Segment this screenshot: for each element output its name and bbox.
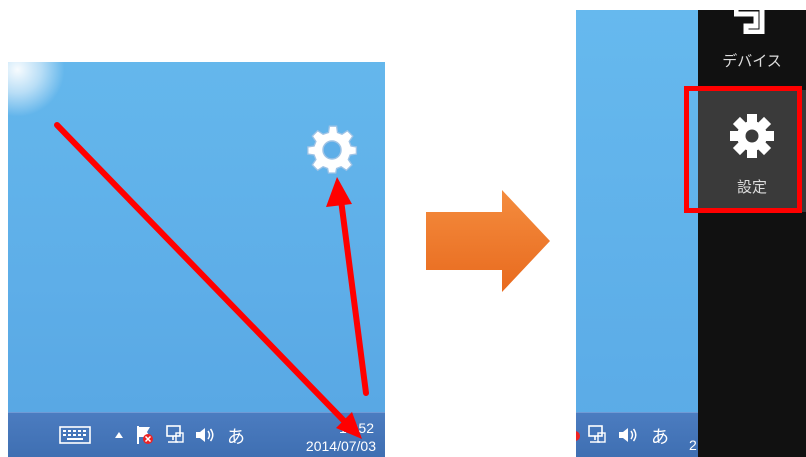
network-icon[interactable] [587,424,607,446]
highlight-box [684,86,802,213]
clock-time: 14:52 [338,420,374,436]
action-center-flag-icon-partial[interactable] [576,427,584,443]
action-center-flag-icon[interactable] [135,424,155,446]
wallpaper-glow [8,62,65,117]
ime-indicator[interactable]: あ [651,423,669,449]
charm-devices[interactable]: デバイス [698,10,806,88]
charm-bar: デバイス 設定 [698,10,806,457]
speaker-icon[interactable] [617,425,639,445]
transition-arrow-icon [426,190,550,292]
devices-icon [734,10,765,34]
taskbar-partial: あ 2 [576,412,698,457]
taskbar: あ 14:52 2014/07/03 [8,412,385,457]
triangle-up-icon[interactable] [114,431,124,439]
network-icon[interactable] [165,424,185,446]
gear-icon[interactable] [304,122,360,178]
ime-indicator[interactable]: あ [227,423,245,449]
keyboard-icon[interactable] [59,426,91,444]
speaker-icon[interactable] [194,425,216,445]
clock-date: 2014/07/03 [305,438,376,454]
clock[interactable]: 14:52 2014/07/03 [306,419,376,455]
desktop-left: あ 14:52 2014/07/03 [8,62,385,457]
charm-devices-label: デバイス [722,53,782,70]
clock-partial: 2 [689,437,697,453]
desktop-right: あ 2 デバイス 設定 [576,10,806,457]
